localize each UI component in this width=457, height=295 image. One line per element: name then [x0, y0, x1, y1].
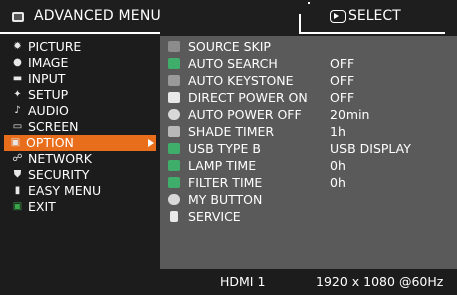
option-service[interactable]: SERVICE: [160, 208, 457, 225]
option-value: 0h: [330, 175, 346, 190]
menu-item-easy-menu[interactable]: ▮ EASY MENU: [6, 183, 160, 199]
menu-item-label: OPTION: [26, 135, 74, 150]
option-auto-search[interactable]: AUTO SEARCH OFF: [160, 55, 457, 72]
menu-item-security[interactable]: ⛊ SECURITY: [6, 167, 160, 183]
option-label: SERVICE: [188, 209, 241, 224]
option-value: 1h: [330, 124, 346, 139]
menu-item-input[interactable]: ▬ INPUT: [6, 71, 160, 87]
title-underline: [0, 32, 160, 34]
option-label: SHADE TIMER: [188, 124, 275, 139]
option-value: 20min: [330, 107, 370, 122]
option-icon: ▣: [10, 137, 21, 148]
menu-item-audio[interactable]: ♪ AUDIO: [6, 103, 160, 119]
option-lamp-time[interactable]: LAMP TIME 0h: [160, 157, 457, 174]
option-auto-power-off[interactable]: AUTO POWER OFF 20min: [160, 106, 457, 123]
option-label: LAMP TIME: [188, 158, 257, 173]
header-dot: [308, 2, 310, 4]
picture-icon: ✹: [13, 41, 22, 52]
menu-item-label: AUDIO: [28, 103, 69, 118]
security-icon: ⛊: [13, 169, 22, 180]
menu-item-label: EASY MENU: [28, 183, 102, 198]
option-usb-type-b[interactable]: USB TYPE B USB DISPLAY: [160, 140, 457, 157]
menu-item-label: SCREEN: [28, 119, 79, 134]
my-button-icon: [168, 194, 180, 205]
select-underline: [300, 32, 445, 34]
option-label: MY BUTTON: [188, 192, 263, 207]
exit-icon: ▣: [12, 201, 23, 212]
option-label: AUTO SEARCH: [188, 56, 278, 71]
input-source: HDMI 1: [220, 274, 266, 289]
option-shade-timer[interactable]: SHADE TIMER 1h: [160, 123, 457, 140]
auto-search-icon: [168, 58, 180, 69]
option-filter-time[interactable]: FILTER TIME 0h: [160, 174, 457, 191]
source-skip-icon: [168, 41, 180, 52]
option-submenu: SOURCE SKIP AUTO SEARCH OFF AUTO KEYSTON…: [160, 36, 457, 269]
option-value: OFF: [330, 90, 355, 105]
direct-power-on-icon: [168, 92, 180, 103]
option-source-skip[interactable]: SOURCE SKIP: [160, 38, 457, 55]
menu-item-network[interactable]: ☍ NETWORK: [6, 151, 160, 167]
enter-button-icon: [330, 10, 346, 23]
menu-item-exit[interactable]: ▣ EXIT: [6, 199, 160, 215]
option-label: AUTO POWER OFF: [188, 107, 302, 122]
option-my-button[interactable]: MY BUTTON: [160, 191, 457, 208]
screen-icon: ▭: [12, 121, 23, 132]
menu-title: ADVANCED MENU: [34, 8, 161, 24]
audio-icon: ♪: [14, 105, 21, 116]
submenu-arrow-icon: [148, 139, 154, 147]
auto-keystone-icon: [168, 75, 180, 86]
option-label: AUTO KEYSTONE: [188, 73, 294, 88]
shade-timer-icon: [168, 126, 180, 137]
menu-item-option[interactable]: ▣ OPTION: [4, 135, 156, 151]
select-hint: SELECT: [348, 8, 401, 24]
easy-menu-icon: ▮: [14, 185, 21, 196]
menu-item-label: PICTURE: [28, 39, 82, 54]
menu-item-picture[interactable]: ✹ PICTURE: [6, 39, 160, 55]
menu-icon: [12, 12, 24, 22]
setup-icon: ✦: [13, 89, 22, 100]
option-value: 0h: [330, 158, 346, 173]
main-menu: ✹ PICTURE ● IMAGE ▬ INPUT ✦ SETUP ♪ AUDI…: [0, 36, 160, 295]
option-auto-keystone[interactable]: AUTO KEYSTONE OFF: [160, 72, 457, 89]
input-icon: ▬: [12, 73, 23, 84]
menu-item-label: NETWORK: [28, 151, 92, 166]
signal-resolution: 1920 x 1080 @60Hz: [316, 274, 444, 289]
signal-status-bar: HDMI 1 1920 x 1080 @60Hz: [160, 269, 457, 295]
menu-item-label: EXIT: [28, 199, 56, 214]
network-icon: ☍: [12, 153, 23, 164]
filter-time-icon: [168, 177, 180, 188]
menu-item-label: INPUT: [28, 71, 66, 86]
service-icon: [170, 211, 178, 222]
option-value: OFF: [330, 56, 355, 71]
option-value: OFF: [330, 73, 355, 88]
menu-item-label: SECURITY: [28, 167, 90, 182]
menu-item-image[interactable]: ● IMAGE: [6, 55, 160, 71]
option-label: USB TYPE B: [188, 141, 261, 156]
menu-item-label: IMAGE: [28, 55, 69, 70]
option-value: USB DISPLAY: [330, 141, 411, 156]
usb-type-b-icon: [168, 143, 180, 154]
header-divider: [299, 14, 301, 34]
auto-power-off-icon: [168, 109, 180, 120]
menu-item-screen[interactable]: ▭ SCREEN: [6, 119, 160, 135]
menu-header: ADVANCED MENU SELECT: [0, 0, 457, 36]
option-label: DIRECT POWER ON: [188, 90, 308, 105]
menu-item-label: SETUP: [28, 87, 69, 102]
projector-osd: ADVANCED MENU SELECT ✹ PICTURE ● IMAGE ▬…: [0, 0, 457, 295]
option-direct-power-on[interactable]: DIRECT POWER ON OFF: [160, 89, 457, 106]
lamp-time-icon: [168, 160, 180, 171]
option-label: FILTER TIME: [188, 175, 263, 190]
option-label: SOURCE SKIP: [188, 39, 271, 54]
menu-item-setup[interactable]: ✦ SETUP: [6, 87, 160, 103]
image-icon: ●: [13, 57, 22, 68]
